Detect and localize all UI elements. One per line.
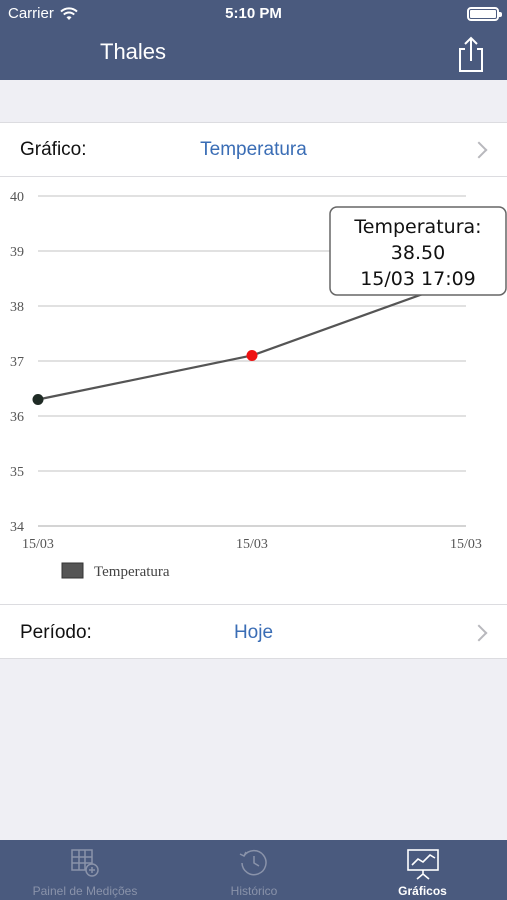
tab-bar: Painel de Medições Histórico Gráficos: [0, 840, 507, 900]
tooltip-line: 38.50: [391, 242, 445, 264]
data-point: [246, 350, 258, 361]
clock-time: 5:10 PM: [225, 5, 282, 22]
legend-label: Temperatura: [94, 564, 170, 580]
spacer-band: [0, 80, 507, 122]
page-title: Thales: [100, 39, 167, 64]
y-tick-label: 37: [10, 355, 24, 370]
tab-label: Gráficos: [398, 884, 447, 898]
share-button[interactable]: [452, 34, 490, 74]
y-tick-label: 39: [10, 245, 24, 260]
y-tick-label: 35: [10, 465, 24, 480]
series-line: [37, 277, 467, 401]
y-tick-label: 38: [10, 300, 24, 315]
tab-painel-de-medicoes[interactable]: Painel de Medições: [0, 840, 170, 900]
x-tick-label: 15/03: [450, 537, 482, 552]
tooltip-line: 15/03 17:09: [360, 268, 476, 290]
navigation-bar: Thales: [0, 28, 507, 80]
x-tick-label: 15/03: [22, 537, 54, 552]
presentation-chart-icon: [406, 849, 439, 880]
temperature-line-chart[interactable]: 34 35 36 37 38 39 40 15/03 15/03 15/03 Temperatura…: [0, 177, 507, 604]
tab-graficos[interactable]: Gráficos: [338, 840, 507, 900]
period-selector-row[interactable]: Período: Hoje: [0, 604, 507, 659]
tooltip-line: Temperatura:: [353, 216, 481, 238]
y-tick-label: 36: [10, 410, 24, 425]
y-tick-label: 40: [10, 190, 24, 205]
chart-selector-row[interactable]: Gráfico: Temperatura: [0, 122, 507, 177]
tab-label: Histórico: [230, 884, 278, 898]
y-tick-label: 34: [10, 520, 24, 535]
clock-icon: [239, 849, 267, 876]
chart-selector-value: Temperatura: [200, 139, 307, 160]
chart-panel[interactable]: 34 35 36 37 38 39 40 15/03 15/03 15/03 Temperatura…: [0, 177, 507, 604]
share-icon: [459, 36, 483, 72]
grid-plus-icon: [71, 849, 99, 877]
legend-swatch: [61, 562, 84, 579]
status-bar: Carrier 5:10 PM: [0, 0, 507, 28]
data-point: [32, 394, 44, 405]
x-tick-label: 15/03: [236, 537, 268, 552]
tab-label: Painel de Medições: [32, 884, 138, 898]
period-selector-value: Hoje: [233, 622, 274, 643]
tab-historico[interactable]: Histórico: [170, 840, 338, 900]
battery-icon: [467, 7, 502, 21]
